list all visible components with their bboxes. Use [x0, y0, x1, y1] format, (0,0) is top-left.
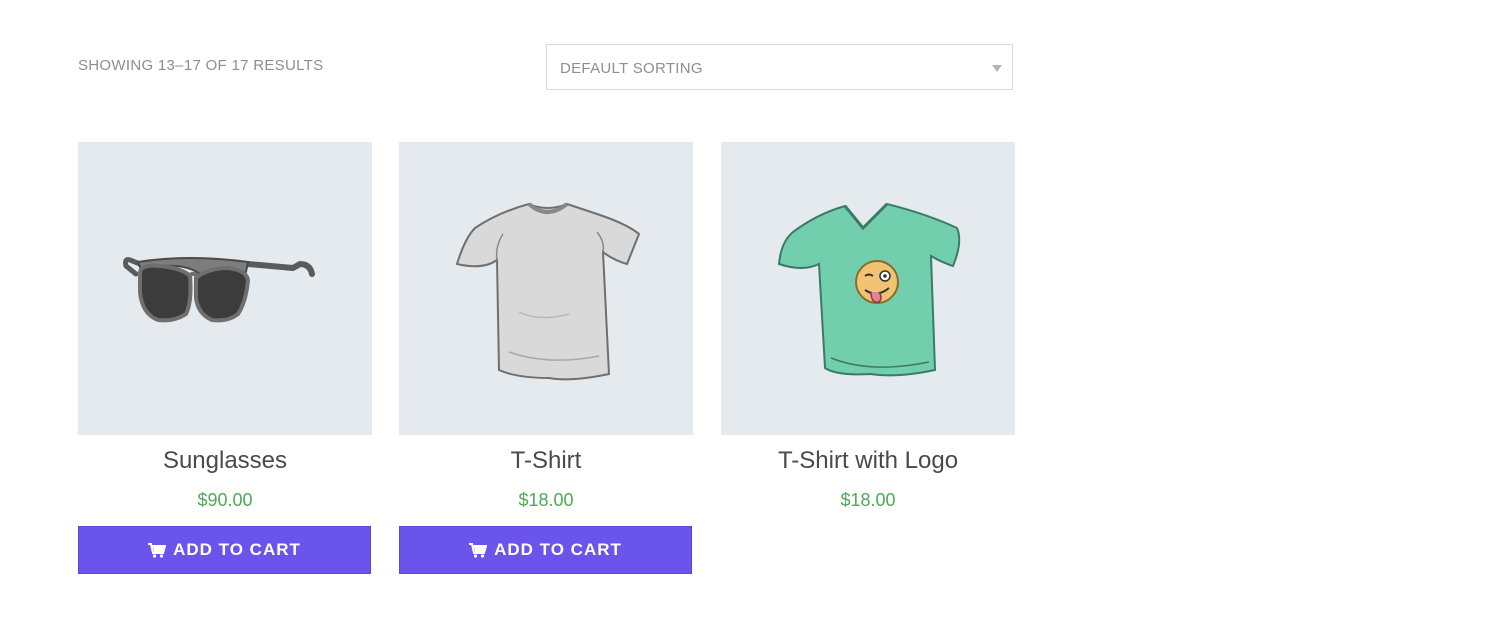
product-card-tshirt: T-Shirt $18.00 ADD TO CART [399, 142, 693, 574]
product-card-sunglasses: Sunglasses $90.00 ADD TO CART [78, 142, 372, 574]
add-to-cart-button[interactable]: ADD TO CART [78, 526, 371, 574]
add-to-cart-label: ADD TO CART [173, 540, 301, 559]
tshirt-with-logo-image [777, 202, 961, 377]
result-count: SHOWING 13–17 OF 17 RESULTS [78, 57, 324, 74]
product-price: $18.00 [518, 490, 574, 510]
add-to-cart-label: ADD TO CART [494, 540, 622, 559]
add-to-cart-button[interactable]: ADD TO CART [399, 526, 692, 574]
product-title[interactable]: T-Shirt with Logo [721, 447, 1015, 475]
product-image-tshirt-with-logo[interactable] [721, 142, 1015, 435]
product-price: $18.00 [840, 490, 896, 510]
product-title[interactable]: Sunglasses [78, 447, 372, 475]
cart-icon [469, 542, 488, 558]
product-image-sunglasses[interactable] [78, 142, 372, 435]
sunglasses-image [123, 257, 315, 323]
chevron-down-icon [992, 65, 1002, 72]
sorting-select[interactable]: DEFAULT SORTING [546, 44, 1013, 90]
product-title[interactable]: T-Shirt [399, 447, 693, 475]
product-price: $90.00 [197, 490, 253, 510]
tshirt-image [455, 202, 641, 381]
sorting-selected-value: DEFAULT SORTING [560, 60, 703, 77]
cart-icon [148, 542, 167, 558]
product-card-tshirt-with-logo: T-Shirt with Logo $18.00 [721, 142, 1015, 510]
product-image-tshirt[interactable] [399, 142, 693, 435]
